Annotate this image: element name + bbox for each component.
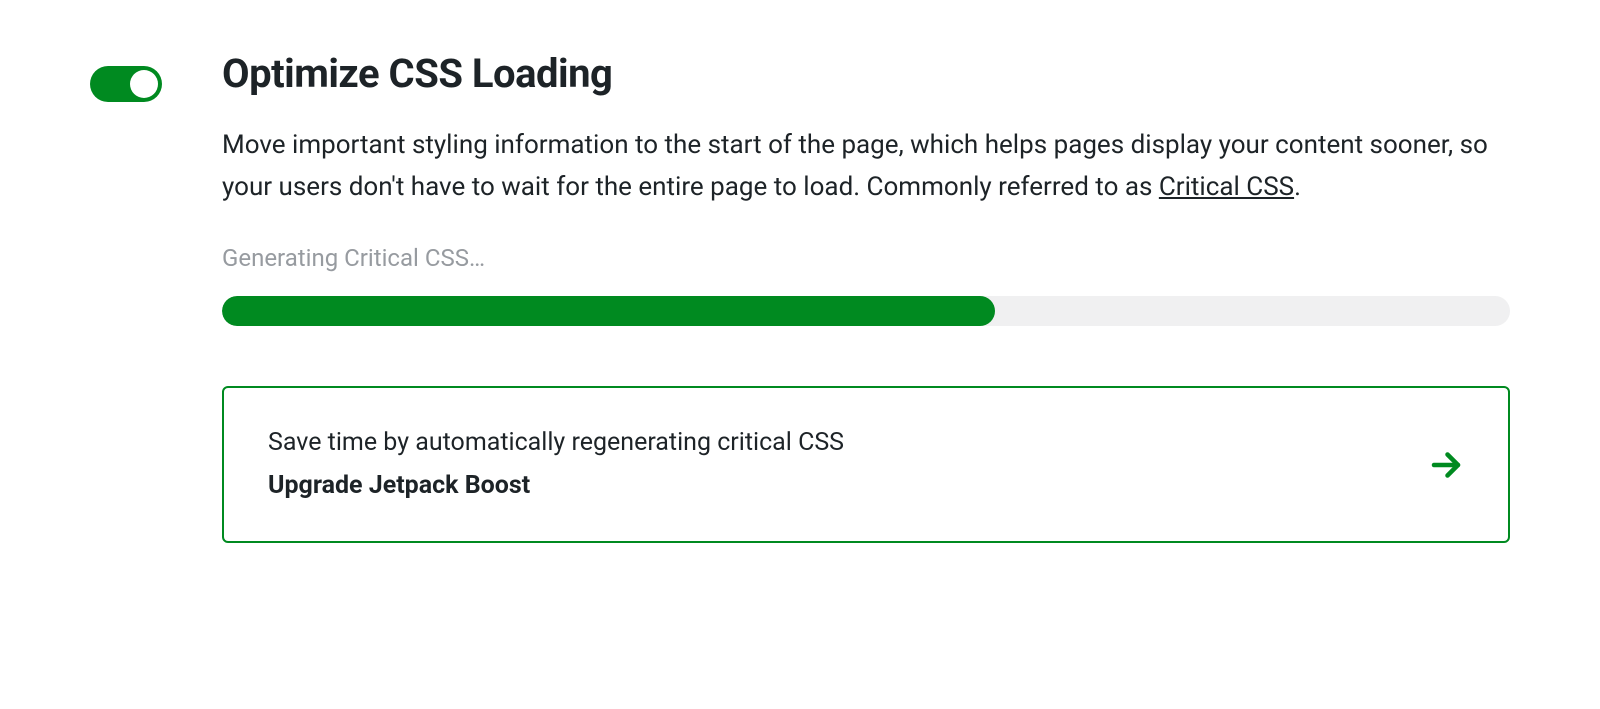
upgrade-cta-text: Upgrade Jetpack Boost [268, 465, 844, 508]
critical-css-link[interactable]: Critical CSS [1159, 172, 1294, 202]
section-heading: Optimize CSS Loading [222, 50, 1510, 97]
arrow-right-icon [1428, 447, 1464, 483]
optimize-css-toggle[interactable] [90, 66, 162, 102]
section-description: Move important styling information to th… [222, 125, 1510, 208]
progress-bar-fill [222, 296, 995, 326]
progress-status-text: Generating Critical CSS… [222, 244, 1510, 272]
toggle-knob [130, 70, 158, 98]
upgrade-card[interactable]: Save time by automatically regenerating … [222, 386, 1510, 543]
description-text-after: . [1294, 172, 1301, 202]
progress-bar [222, 296, 1510, 326]
upgrade-description: Save time by automatically regenerating … [268, 422, 844, 465]
